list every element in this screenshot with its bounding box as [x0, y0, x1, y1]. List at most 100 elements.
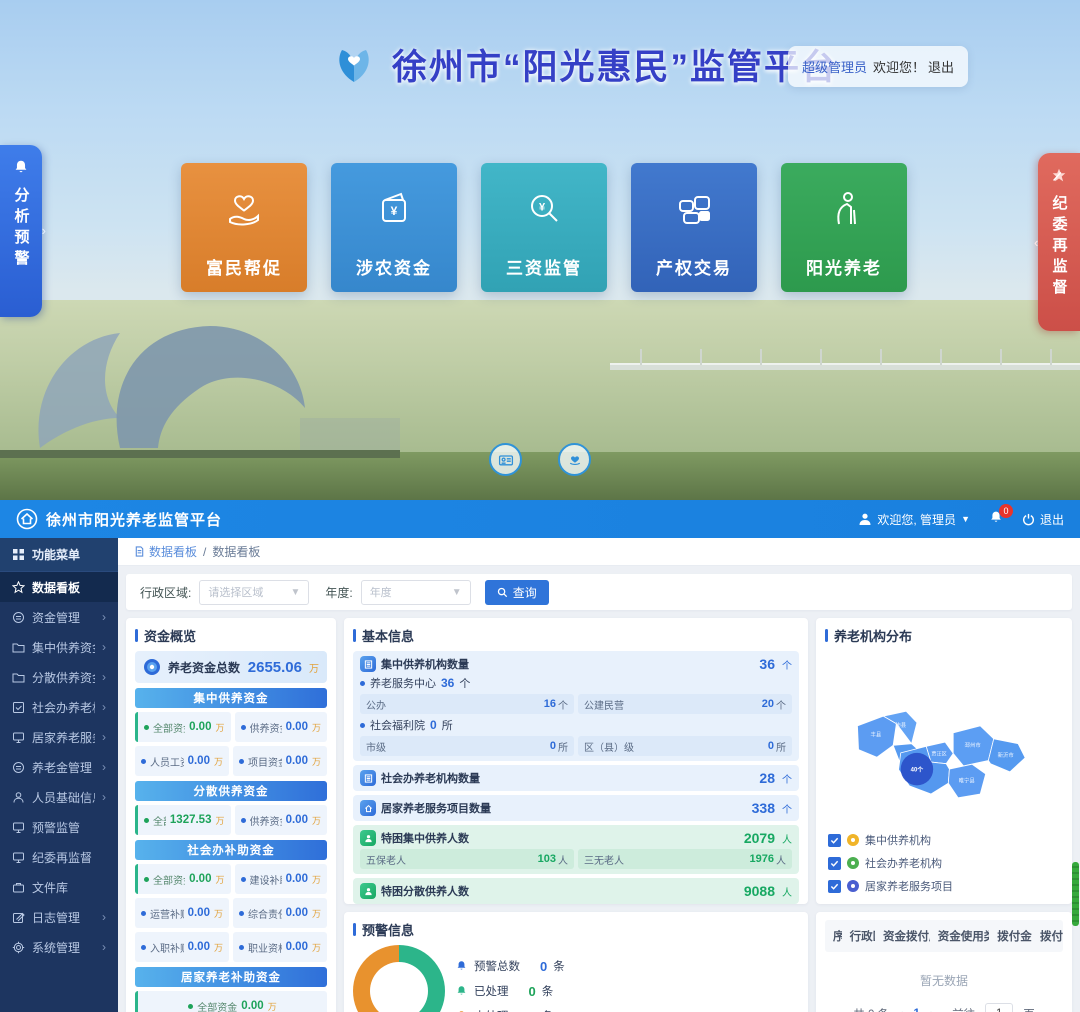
- sub-stat: 市级0所: [360, 736, 574, 756]
- legend-row: 集中供养机构: [828, 832, 953, 848]
- monitor-icon: [12, 851, 25, 864]
- next-page-button[interactable]: ›: [930, 1006, 934, 1012]
- breadcrumb: 数据看板 / 数据看板: [118, 538, 1080, 566]
- column-header: 资金使用类别: [930, 928, 990, 944]
- map-legend: 集中供养机构 社会办养老机构 居家养老服务项目: [828, 832, 953, 894]
- warning-stat-label: 未处理: [474, 1008, 509, 1012]
- fund-item: 运营补贴0.00万: [135, 898, 229, 928]
- checkbox-checked[interactable]: [828, 834, 841, 847]
- goto-label: 前往: [952, 1006, 975, 1012]
- doc-check-icon: [12, 701, 25, 714]
- column-header: 拨付金额（元）: [989, 928, 1032, 944]
- breadcrumb-root[interactable]: 数据看板: [134, 543, 197, 560]
- banner-logout-button[interactable]: 退出: [928, 57, 954, 76]
- bullet-dot: [239, 911, 244, 916]
- green-pin-icon: [847, 857, 859, 869]
- notifications-button[interactable]: 0: [988, 510, 1004, 529]
- total-funds-card: 养老资金总数 2655.06 万: [135, 651, 327, 683]
- bullet-dot: [141, 945, 146, 950]
- analysis-warning-tab[interactable]: 分析预警 ›: [0, 145, 42, 317]
- sub-stat: 三无老人1976人: [578, 849, 792, 869]
- fund-item: 职业资格补贴0.00万: [233, 932, 327, 962]
- page-number[interactable]: 1: [913, 1008, 919, 1012]
- legend-label: 社会办养老机构: [865, 855, 942, 871]
- person-icon: [12, 791, 25, 804]
- goto-page-input[interactable]: 1: [985, 1003, 1013, 1012]
- sidebar-item-decentralized-funds[interactable]: 分散供养资金›: [0, 662, 118, 692]
- care-heart-float-icon[interactable]: [558, 443, 591, 476]
- sidebar-item-label: 文件库: [32, 879, 106, 896]
- sidebar-item-funds[interactable]: 资金管理›: [0, 602, 118, 632]
- region-filter-label: 行政区域:: [140, 584, 191, 601]
- idcard-float-icon[interactable]: [489, 443, 522, 476]
- bell-icon: [12, 159, 30, 177]
- bullet-dot: [241, 877, 246, 882]
- total-funds-unit: 万: [309, 660, 319, 675]
- prev-page-button[interactable]: ‹: [899, 1006, 903, 1012]
- user-icon: [858, 512, 872, 526]
- checkbox-checked[interactable]: [828, 880, 841, 893]
- legend-row: 社会办养老机构: [828, 855, 953, 871]
- bell-icon: [455, 960, 468, 973]
- sidebar-item-warning-supervision[interactable]: 预警监管: [0, 812, 118, 842]
- sidebar-item-pension[interactable]: 养老金管理›: [0, 752, 118, 782]
- warning-stat-label: 已处理: [474, 983, 509, 999]
- legend-label: 居家养老服务项目: [865, 878, 953, 894]
- discipline-supervision-label: 纪委再监督: [1049, 195, 1070, 300]
- svg-text:¥: ¥: [539, 202, 546, 214]
- tile-yangguang-yanglao[interactable]: 阳光养老: [781, 163, 907, 292]
- scrollbar-thumb[interactable]: [1072, 862, 1079, 926]
- section-header-centralized: 集中供养资金: [135, 688, 327, 708]
- topbar-welcome: 欢迎您, 管理员: [877, 511, 956, 528]
- svg-text:¥: ¥: [391, 204, 398, 218]
- sidebar-item-file-library[interactable]: 文件库: [0, 872, 118, 902]
- home-logo-icon: [16, 508, 38, 530]
- chevron-right-icon: ›: [102, 760, 106, 774]
- stat-card-centralized-support: 特困集中供养人数 2079人 五保老人103人 三无老人1976人: [353, 825, 799, 874]
- warning-stat-value: 0: [529, 984, 536, 999]
- sidebar-item-discipline-resupervision[interactable]: 纪委再监督: [0, 842, 118, 872]
- home-icon: [360, 800, 376, 816]
- folder-icon: [12, 641, 25, 654]
- sub-stat: 五保老人103人: [360, 849, 574, 869]
- banner-username: 超级管理员: [802, 57, 867, 76]
- sidebar-item-personnel[interactable]: 人员基础信息›: [0, 782, 118, 812]
- sub-unit: 所: [442, 717, 453, 733]
- bullet-dot: [241, 818, 246, 823]
- section-header-decentralized: 分散供养资金: [135, 781, 327, 801]
- sidebar-item-social-institutions[interactable]: 社会办养老机构›: [0, 692, 118, 722]
- monitor-icon: [12, 731, 25, 744]
- sidebar-item-system-management[interactable]: 系统管理›: [0, 932, 118, 962]
- column-header: 拨付日期: [1032, 928, 1063, 944]
- user-menu[interactable]: 欢迎您, 管理员 ▼: [858, 511, 970, 528]
- sidebar-item-dashboard[interactable]: 数据看板: [0, 572, 118, 602]
- tile-chanquan-jiaoyi[interactable]: 产权交易: [631, 163, 757, 292]
- party-emblem-icon: [1050, 167, 1068, 185]
- grid-menu-icon: [12, 548, 25, 561]
- chevron-right-icon: ›: [102, 640, 106, 654]
- chevron-right-icon: ›: [102, 730, 106, 744]
- filter-bar: 行政区域: 请选择区域 ▼ 年度: 年度 ▼ 查询: [126, 574, 1072, 610]
- search-button[interactable]: 查询: [485, 580, 549, 605]
- tile-fumin-bangcu[interactable]: 富民帮促: [181, 163, 307, 292]
- bullet-dot: [141, 911, 146, 916]
- region-select[interactable]: 请选择区域 ▼: [199, 580, 309, 605]
- page-unit-label: 页: [1023, 1006, 1035, 1012]
- year-select[interactable]: 年度 ▼: [361, 580, 471, 605]
- analysis-warning-label: 分析预警: [11, 187, 32, 271]
- sub-stat: 公建民营20个: [578, 694, 792, 714]
- bullet-dot: [239, 759, 244, 764]
- checkbox-checked[interactable]: [828, 857, 841, 870]
- breadcrumb-separator: /: [203, 545, 206, 559]
- bullet-dot: [241, 725, 246, 730]
- yellow-pin-icon: [847, 834, 859, 846]
- discipline-supervision-tab[interactable]: 纪委再监督 ‹: [1038, 153, 1080, 331]
- sidebar-item-log-management[interactable]: 日志管理›: [0, 902, 118, 932]
- sidebar-item-centralized-funds[interactable]: 集中供养资金›: [0, 632, 118, 662]
- logout-button[interactable]: 退出: [1022, 511, 1064, 528]
- fund-item: 全部资金1327.53万: [135, 805, 231, 835]
- tile-sanzi-jianguan[interactable]: ¥ 三资监管: [481, 163, 607, 292]
- tile-shenong-zijin[interactable]: ¥ 涉农资金: [331, 163, 457, 292]
- sidebar-item-home-care-projects[interactable]: 居家养老服务项目›: [0, 722, 118, 752]
- topbar-right: 欢迎您, 管理员 ▼ 0 退出: [858, 510, 1064, 529]
